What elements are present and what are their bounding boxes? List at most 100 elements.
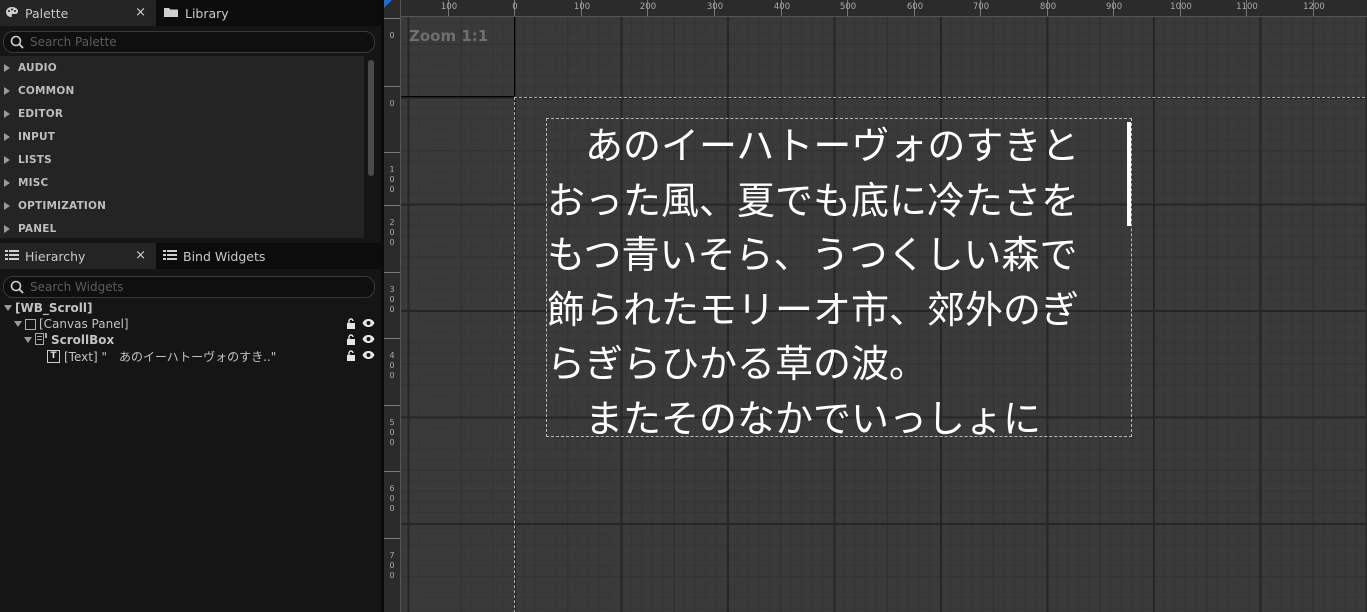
- ruler-tick: 1100: [1236, 0, 1258, 16]
- expand-arrow-icon: [4, 224, 10, 233]
- category-label: COMMON: [18, 84, 75, 97]
- ruler-label: 0: [389, 31, 395, 40]
- ruler-label: 400: [389, 351, 395, 380]
- palette-search-input[interactable]: [30, 35, 350, 49]
- hierarchy-tree: [WB_Scroll] [Canvas Panel] ScrollBox T […: [0, 300, 381, 364]
- ruler-tick: 800: [1040, 0, 1056, 16]
- eye-icon[interactable]: [362, 334, 375, 344]
- palette-icon: [5, 6, 19, 21]
- tab-library[interactable]: Library: [158, 0, 358, 26]
- ruler-tick: 0: [384, 18, 400, 40]
- collapse-arrow-icon[interactable]: [24, 337, 32, 343]
- tree-node-label: [Text] " あのイーハトーヴォのすき..": [64, 349, 277, 364]
- palette-category-lists[interactable]: LISTS: [0, 148, 364, 171]
- text-widget[interactable]: あのイーハトーヴォのすきとおった風、夏でも底に冷たさをもつ青いそら、うつくしい森…: [547, 119, 1107, 436]
- tab-hierarchy[interactable]: Hierarchy ×: [0, 243, 156, 269]
- category-label: INPUT: [18, 130, 56, 143]
- unlock-icon[interactable]: [346, 350, 356, 361]
- ruler-vertical: 0 0 100 200 300 400 500 600 700: [384, 0, 401, 612]
- expand-arrow-icon: [4, 178, 10, 187]
- tab-palette[interactable]: Palette ×: [0, 0, 156, 26]
- ruler-tick: 0: [512, 0, 518, 16]
- ruler-tick: 100: [441, 0, 457, 16]
- search-icon: [10, 35, 24, 49]
- ruler-tick: 200: [640, 0, 656, 16]
- ruler-label: 700: [389, 551, 395, 580]
- ruler-label: 1000: [1170, 2, 1192, 12]
- designer-viewport[interactable]: あのイーハトーヴォのすきとおった風、夏でも底に冷たさをもつ青いそら、うつくしい森…: [384, 0, 1367, 612]
- text-widget-icon: T: [47, 349, 60, 363]
- hierarchy-tabbar: Hierarchy × Bind Widgets: [0, 243, 381, 269]
- ruler-label: 700: [972, 2, 990, 12]
- ruler-tick: 900: [1106, 0, 1122, 16]
- eye-icon[interactable]: [362, 318, 375, 328]
- unlock-icon[interactable]: [346, 334, 356, 345]
- eye-icon[interactable]: [362, 350, 375, 360]
- hierarchy-search-input[interactable]: [30, 280, 350, 294]
- collapse-arrow-icon[interactable]: [14, 321, 22, 327]
- ruler-label: 800: [1039, 2, 1057, 12]
- ruler-tick: 100: [574, 0, 590, 16]
- tab-palette-label: Palette: [25, 5, 69, 21]
- category-label: PANEL: [18, 222, 57, 235]
- ruler-tick: 100: [384, 152, 400, 194]
- palette-scrollbar[interactable]: [368, 60, 374, 176]
- palette-category-audio[interactable]: AUDIO: [0, 56, 364, 79]
- canvas-panel-icon: [25, 318, 36, 330]
- close-icon[interactable]: ×: [135, 248, 146, 263]
- palette-category-editor[interactable]: EDITOR: [0, 102, 364, 125]
- ruler-tick: 500: [384, 405, 400, 447]
- tree-node-label: [Canvas Panel]: [39, 317, 129, 331]
- expand-arrow-icon: [4, 201, 10, 210]
- tree-node-canvas-panel[interactable]: [Canvas Panel]: [0, 316, 381, 332]
- tree-node-label: [WB_Scroll]: [15, 301, 93, 315]
- ruler-label: 200: [639, 2, 657, 12]
- palette-search[interactable]: [3, 31, 375, 53]
- ruler-label: 0: [389, 99, 395, 108]
- palette-category-panel[interactable]: PANEL: [0, 217, 364, 238]
- ruler-tick: 700: [973, 0, 989, 16]
- unlock-icon[interactable]: [346, 318, 356, 329]
- tree-node-wb-scroll[interactable]: [WB_Scroll]: [0, 300, 381, 316]
- category-label: MISC: [18, 176, 49, 189]
- row-actions: [346, 350, 375, 361]
- palette-category-input[interactable]: INPUT: [0, 125, 364, 148]
- ruler-label: 300: [389, 285, 395, 314]
- tab-bind-widgets-label: Bind Widgets: [183, 248, 266, 264]
- ruler-label: 0: [512, 2, 518, 12]
- tab-library-label: Library: [185, 5, 229, 21]
- ruler-tick: 300: [384, 272, 400, 314]
- palette-tabbar: Palette × Library: [0, 0, 381, 26]
- ruler-tick: 600: [384, 471, 400, 513]
- category-label: LISTS: [18, 153, 52, 166]
- origin-axis-horizontal: [400, 96, 514, 97]
- close-icon[interactable]: ×: [135, 5, 146, 20]
- ruler-tick: 0: [384, 86, 400, 108]
- scrollbox-widget[interactable]: あのイーハトーヴォのすきとおった風、夏でも底に冷たさをもつ青いそら、うつくしい森…: [546, 118, 1132, 437]
- ruler-tick: 1200: [1303, 0, 1325, 16]
- ruler-label: 600: [906, 2, 924, 12]
- ruler-horizontal: 100 0 100 200 300 400 500 600 700 800 90…: [384, 0, 1367, 17]
- ruler-tick: 1000: [1170, 0, 1192, 16]
- tree-node-scrollbox[interactable]: ScrollBox: [0, 332, 381, 348]
- ruler-label: 100: [389, 165, 395, 194]
- tree-node-text[interactable]: T [Text] " あのイーハトーヴォのすき..": [0, 348, 381, 364]
- ruler-label: 400: [773, 2, 791, 12]
- zoom-label: Zoom 1:1: [409, 27, 489, 45]
- hierarchy-search[interactable]: [3, 276, 375, 298]
- scrollbox-scrollbar[interactable]: [1127, 122, 1131, 226]
- palette-category-common[interactable]: COMMON: [0, 79, 364, 102]
- tree-node-label: ScrollBox: [51, 333, 115, 347]
- ruler-tick: 400: [774, 0, 790, 16]
- tab-hierarchy-label: Hierarchy: [25, 248, 86, 264]
- palette-category-misc[interactable]: MISC: [0, 171, 364, 194]
- folder-icon: [163, 6, 179, 21]
- expand-arrow-icon: [4, 155, 10, 164]
- collapse-arrow-icon[interactable]: [4, 305, 12, 311]
- ruler-label: 1200: [1303, 2, 1325, 12]
- ruler-label: 100: [573, 2, 591, 12]
- category-label: EDITOR: [18, 107, 64, 120]
- palette-category-optimization[interactable]: OPTIMIZATION: [0, 194, 364, 217]
- tab-bind-widgets[interactable]: Bind Widgets: [158, 243, 358, 269]
- scrollbox-icon: [35, 332, 48, 348]
